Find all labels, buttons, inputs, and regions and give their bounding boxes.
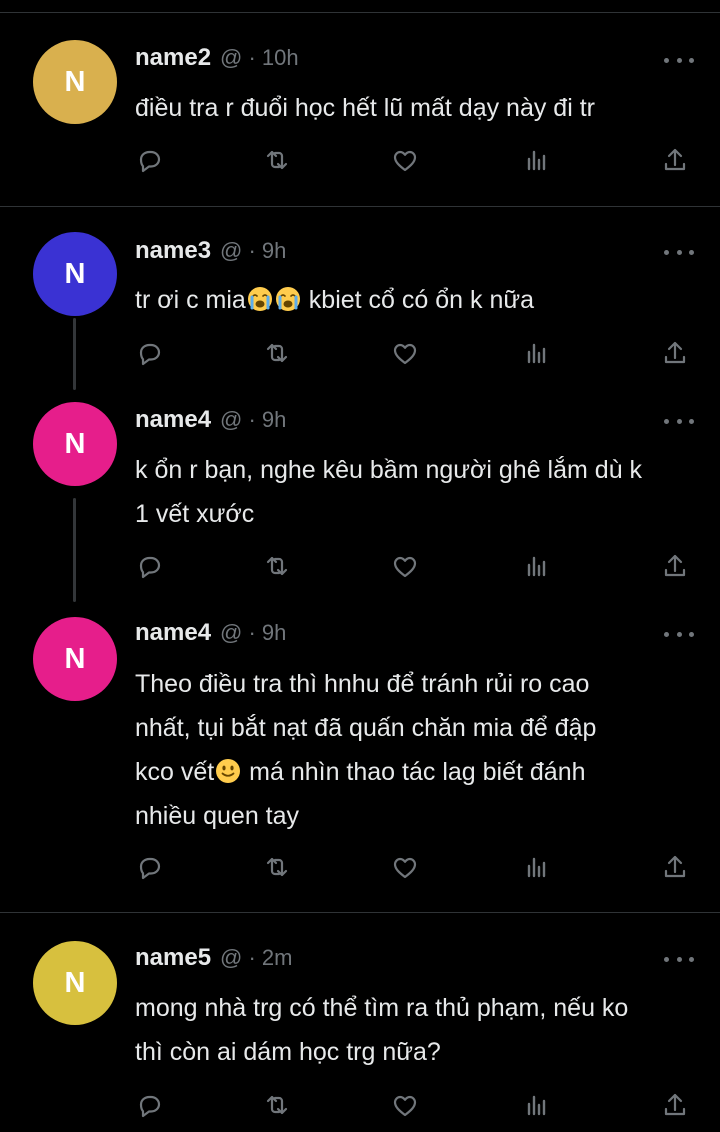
action-bar [0, 852, 720, 882]
tweet-text-line: Theo điều tra thì hnhu để tránh rủi ro c… [135, 670, 590, 698]
tweet-text-segment: má nhìn thao tác lag biết đánh [242, 758, 586, 786]
reply-icon[interactable] [134, 145, 164, 175]
tweet-text-line: k ổn r bạn, nghe kêu bầm người ghê lắm d… [135, 456, 643, 484]
views-icon[interactable] [521, 551, 551, 581]
share-icon[interactable] [660, 338, 690, 368]
tweet-text-line: mong nhà trg có thể tìm ra thủ phạm, nếu… [135, 994, 629, 1022]
tweet-text: Theo điều tra thì hnhu để tránh rủi ro c… [135, 662, 705, 838]
tweet-text-line: thì còn ai dám học trg nữa? [135, 1038, 441, 1066]
retweet-icon[interactable] [262, 551, 292, 581]
action-bar [0, 338, 720, 368]
tweet-meta: @ · 9h [220, 407, 287, 432]
avatar-letter: N [64, 257, 86, 290]
tweet-text-segment: kco vết [135, 758, 215, 786]
reply-icon[interactable] [134, 551, 164, 581]
crying-face-icon [247, 282, 273, 311]
tweet-text: mong nhà trg có thể tìm ra thủ phạm, nếu… [135, 986, 705, 1074]
avatar-letter: N [64, 427, 86, 460]
reply-icon[interactable] [134, 852, 164, 882]
smiling-face-icon [215, 754, 241, 783]
action-bar [0, 1090, 720, 1120]
like-icon[interactable] [390, 852, 420, 882]
more-options-icon[interactable] [664, 415, 694, 427]
retweet-icon[interactable] [262, 852, 292, 882]
tweet-header: name4 @ · 9h [135, 406, 286, 436]
share-icon[interactable] [660, 551, 690, 581]
tweet-text-line: tr ơi c mia kbiet cổ có ổn k nữa [135, 278, 705, 322]
like-icon[interactable] [390, 338, 420, 368]
like-icon[interactable] [390, 145, 420, 175]
tweet-text-line: điều tra r đuổi học hết lũ mất dạy này đ… [135, 94, 595, 122]
author-name[interactable]: name2 [135, 44, 211, 72]
author-name[interactable]: name4 [135, 406, 211, 434]
avatar-letter: N [64, 65, 86, 98]
tweet[interactable]: N name4 @ · 9h k ổn r bạn, nghe kêu bầm … [0, 376, 720, 600]
tweet[interactable]: N name3 @ · 9h tr ơi c mia kbiet cổ có ổ… [0, 206, 720, 376]
tweet[interactable]: N name2 @ · 10h điều tra r đuổi học hết … [0, 0, 720, 206]
tweet-header: name4 @ · 9h [135, 619, 286, 649]
action-bar [0, 145, 720, 175]
avatar-letter: N [64, 642, 86, 675]
avatar[interactable]: N [33, 941, 117, 1025]
tweet-text: k ổn r bạn, nghe kêu bầm người ghê lắm d… [135, 448, 705, 536]
views-icon[interactable] [521, 338, 551, 368]
reply-icon[interactable] [134, 338, 164, 368]
tweet-text-line: nhất, tụi bắt nạt đã quấn chăn mia để đậ… [135, 714, 597, 742]
views-icon[interactable] [521, 852, 551, 882]
avatar[interactable]: N [33, 617, 117, 701]
tweet[interactable]: N name5 @ · 2m mong nhà trg có thể tìm r… [0, 912, 720, 1132]
tweet-text-segment: tr ơi c mia [135, 286, 246, 314]
crying-face-icon [275, 282, 301, 311]
tweet-meta: @ · 10h [220, 45, 299, 70]
tweet-meta: @ · 9h [220, 238, 287, 263]
like-icon[interactable] [390, 1090, 420, 1120]
more-options-icon[interactable] [664, 246, 694, 258]
tweet-text: tr ơi c mia kbiet cổ có ổn k nữa [135, 278, 705, 322]
retweet-icon[interactable] [262, 145, 292, 175]
tweet[interactable]: N name4 @ · 9h Theo điều tra thì hnhu để… [0, 600, 720, 912]
views-icon[interactable] [521, 1090, 551, 1120]
tweet-text-line: nhiều quen tay [135, 802, 300, 830]
reply-icon[interactable] [134, 1090, 164, 1120]
share-icon[interactable] [660, 852, 690, 882]
tweet-text-line: 1 vết xước [135, 500, 255, 528]
views-icon[interactable] [521, 145, 551, 175]
author-name[interactable]: name4 [135, 619, 211, 647]
share-icon[interactable] [660, 145, 690, 175]
tweet-text-line: kco vết má nhìn thao tác lag biết đánh [135, 750, 705, 794]
tweet-meta: @ · 2m [220, 945, 293, 970]
tweet-header: name5 @ · 2m [135, 944, 293, 974]
avatar[interactable]: N [33, 232, 117, 316]
avatar-letter: N [64, 966, 86, 999]
tweet-meta: @ · 9h [220, 620, 287, 645]
like-icon[interactable] [390, 551, 420, 581]
avatar[interactable]: N [33, 402, 117, 486]
retweet-icon[interactable] [262, 338, 292, 368]
share-icon[interactable] [660, 1090, 690, 1120]
action-bar [0, 551, 720, 581]
tweet-header: name3 @ · 9h [135, 237, 286, 267]
tweet-text-segment: kbiet cổ có ổn k nữa [301, 286, 534, 314]
more-options-icon[interactable] [664, 54, 694, 66]
author-name[interactable]: name5 [135, 944, 211, 972]
tweet-header: name2 @ · 10h [135, 44, 299, 74]
retweet-icon[interactable] [262, 1090, 292, 1120]
more-options-icon[interactable] [664, 628, 694, 640]
author-name[interactable]: name3 [135, 237, 211, 265]
tweet-text: điều tra r đuổi học hết lũ mất dạy này đ… [135, 86, 705, 130]
more-options-icon[interactable] [664, 953, 694, 965]
avatar[interactable]: N [33, 40, 117, 124]
